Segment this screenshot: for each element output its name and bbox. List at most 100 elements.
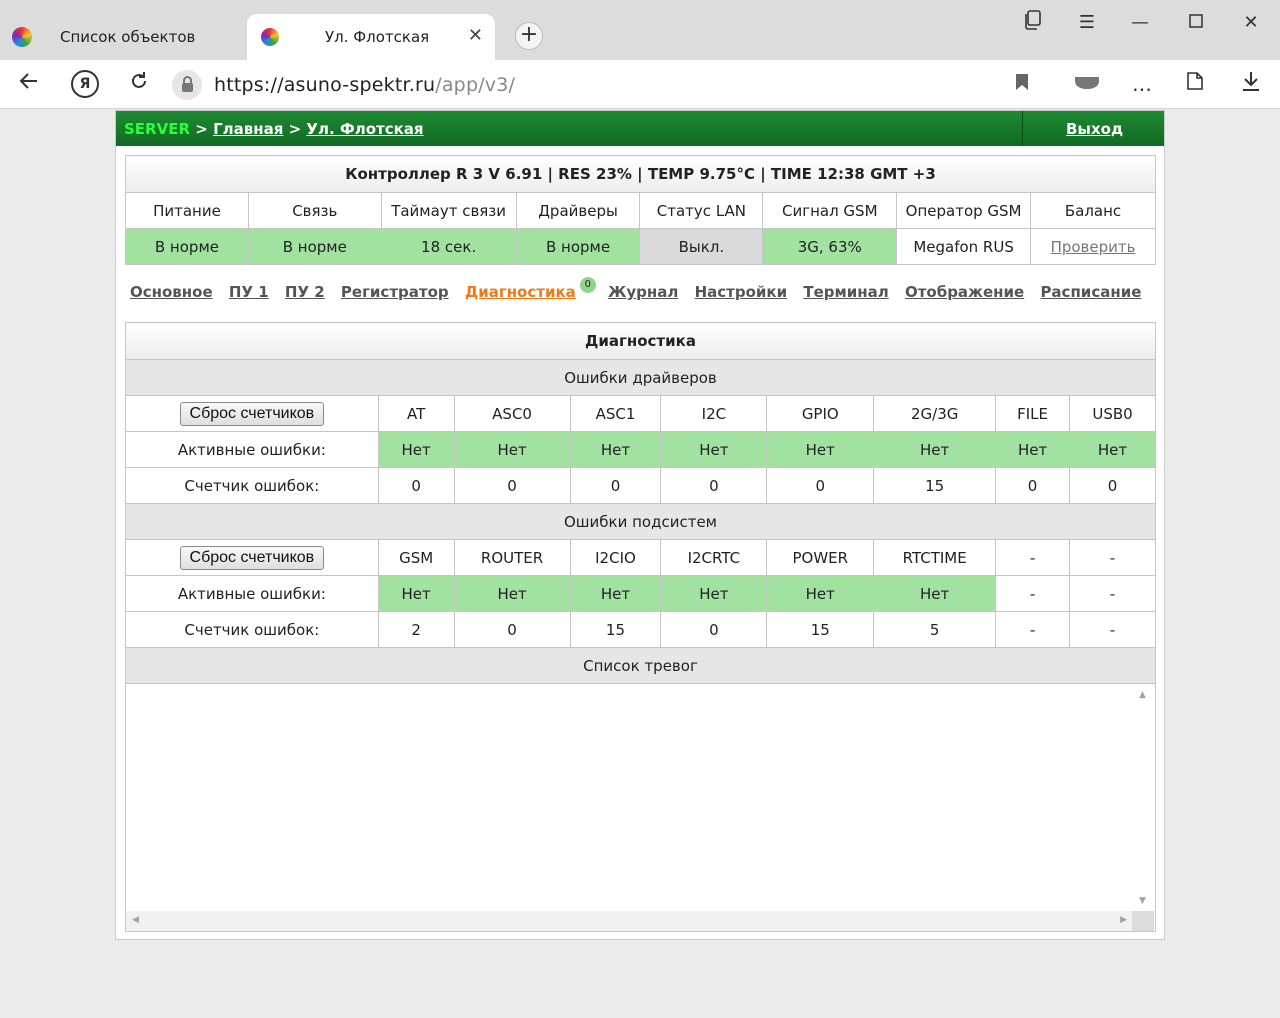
header-divider	[1022, 111, 1023, 146]
driver-counter-cell: 0	[377, 467, 455, 504]
scroll-right-icon[interactable]: ▶	[1120, 915, 1127, 925]
subsystem-counter-cell: 0	[660, 611, 768, 648]
url-host: https://asuno-spektr.ru	[214, 74, 436, 96]
check-balance-link[interactable]: Проверить	[1051, 238, 1136, 256]
driver-active-cell: Нет	[660, 431, 768, 468]
driver-counter-cell: 15	[873, 467, 997, 504]
scroll-left-icon[interactable]: ◀	[132, 915, 139, 925]
page-viewport: SERVER > Главная > Ул. Флотская Выход Ко…	[0, 110, 1280, 1018]
status-col-header: Баланс	[1030, 192, 1156, 229]
close-tab-icon[interactable]: ✕	[468, 26, 483, 46]
section-tabs: Основное ПУ 1 ПУ 2 Регистратор Диагности…	[127, 277, 1157, 311]
subsystem-counter-cell: 0	[453, 611, 571, 648]
yandex-icon[interactable]: Я	[71, 70, 99, 98]
subsystem-active-cell: Нет	[453, 575, 571, 612]
active-errors-label: Активные ошибки:	[125, 431, 379, 468]
driver-counter-cell: 0	[995, 467, 1071, 504]
tab-diagnostics[interactable]: Диагностика	[462, 283, 576, 301]
tab-display[interactable]: Отображение	[902, 283, 1024, 301]
reset-cell: Сброс счетчиков	[125, 539, 379, 576]
lock-icon[interactable]	[172, 70, 202, 100]
minimize-icon[interactable]: —	[1125, 10, 1155, 36]
header-bar: SERVER > Главная > Ул. Флотская Выход	[116, 111, 1164, 146]
tab-main[interactable]: Основное	[127, 283, 213, 301]
tab-settings[interactable]: Настройки	[692, 283, 788, 301]
diagnostics-title: Диагностика	[125, 322, 1156, 360]
diagnostics-table: Диагностика Ошибки драйверов Сброс счетч…	[125, 322, 1156, 684]
logout-link[interactable]: Выход	[1066, 120, 1123, 138]
favicon-icon	[12, 27, 32, 47]
scroll-down-icon[interactable]: ▼	[1139, 896, 1146, 906]
subsystem-col-header: GSM	[377, 539, 455, 576]
download-icon[interactable]	[1237, 70, 1265, 98]
link-timeout-value: 18 сек.	[380, 228, 517, 265]
reset-cell: Сброс счетчиков	[125, 395, 379, 432]
scrollbar-corner	[1132, 911, 1154, 931]
extension-icon[interactable]	[1073, 70, 1101, 98]
driver-active-cell: Нет	[453, 431, 571, 468]
gsm-signal-value: 3G, 63%	[762, 228, 898, 265]
subsystem-errors-title: Ошибки подсистем	[125, 503, 1156, 540]
notes-icon[interactable]	[1182, 70, 1210, 98]
subsystem-active-cell: Нет	[873, 575, 997, 612]
driver-active-cell: Нет	[1069, 431, 1156, 468]
tab-journal[interactable]: Журнал	[605, 283, 678, 301]
status-col-header: Статус LAN	[639, 192, 764, 229]
subsystem-counter-cell: 15	[766, 611, 875, 648]
horizontal-scrollbar[interactable]: ◀ ▶	[126, 911, 1133, 931]
subsystem-active-cell: Нет	[569, 575, 662, 612]
driver-errors-title: Ошибки драйверов	[125, 359, 1156, 396]
subsystem-counter-cell: 2	[377, 611, 455, 648]
alarms-title: Список тревог	[125, 647, 1156, 684]
close-window-icon[interactable]: ✕	[1236, 10, 1266, 36]
browser-tab-flotskaya[interactable]: Ул. Флотская ✕	[247, 14, 495, 60]
driver-col-header: USB0	[1069, 395, 1156, 432]
subsystem-col-header: I2CRTC	[660, 539, 768, 576]
subsystem-col-header: POWER	[766, 539, 875, 576]
status-col-header: Драйверы	[515, 192, 641, 229]
reset-subsystem-counters-button[interactable]: Сброс счетчиков	[179, 545, 325, 570]
driver-active-cell: Нет	[377, 431, 455, 468]
subsystem-active-cell: -	[995, 575, 1071, 612]
balance-cell: Проверить	[1030, 228, 1156, 265]
new-tab-button[interactable]: +	[515, 22, 543, 50]
drivers-status: В норме	[515, 228, 641, 265]
driver-col-header: GPIO	[766, 395, 875, 432]
vertical-scrollbar[interactable]: ▲ ▼	[1134, 684, 1154, 912]
tab-schedule[interactable]: Расписание	[1037, 283, 1141, 301]
subsystem-counter-cell: -	[995, 611, 1071, 648]
breadcrumb-separator: >	[195, 120, 208, 138]
tab-terminal[interactable]: Терминал	[800, 283, 888, 301]
driver-counter-cell: 0	[766, 467, 875, 504]
reset-driver-counters-button[interactable]: Сброс счетчиков	[179, 401, 325, 426]
breadcrumb-current-link[interactable]: Ул. Флотская	[306, 120, 423, 138]
back-icon[interactable]	[15, 70, 43, 98]
driver-active-cell: Нет	[995, 431, 1071, 468]
menu-icon[interactable]: ☰	[1072, 10, 1102, 36]
status-col-header: Оператор GSM	[896, 192, 1032, 229]
subsystem-counter-cell: 5	[873, 611, 997, 648]
error-counter-label: Счетчик ошибок:	[125, 467, 379, 504]
app-panel: SERVER > Главная > Ул. Флотская Выход Ко…	[115, 110, 1165, 940]
driver-counter-cell: 0	[569, 467, 662, 504]
controller-status-table: Контроллер R 3 V 6.91 | RES 23% | TEMP 9…	[125, 155, 1156, 265]
tab-recorder[interactable]: Регистратор	[338, 283, 449, 301]
tab-pu1[interactable]: ПУ 1	[226, 283, 269, 301]
address-bar[interactable]: https://asuno-spektr.ru/app/v3/	[172, 68, 972, 102]
browser-tabstrip: Список объектов Ул. Флотская ✕ + ☰ — ✕	[0, 0, 1280, 60]
alarms-list[interactable]: ▲ ▼ ◀ ▶	[125, 684, 1156, 932]
reload-icon[interactable]	[125, 70, 153, 98]
tab-pu2[interactable]: ПУ 2	[282, 283, 325, 301]
subsystem-counter-cell: -	[1069, 611, 1156, 648]
maximize-icon[interactable]	[1181, 10, 1211, 36]
browser-tab-objects[interactable]: Список объектов	[0, 14, 246, 60]
breadcrumb-home-link[interactable]: Главная	[213, 120, 283, 138]
driver-col-header: AT	[377, 395, 455, 432]
driver-counter-cell: 0	[453, 467, 571, 504]
controller-title: Контроллер R 3 V 6.91 | RES 23% | TEMP 9…	[125, 155, 1156, 193]
bookmark-icon[interactable]	[1008, 70, 1036, 98]
driver-active-cell: Нет	[569, 431, 662, 468]
collections-icon[interactable]	[1018, 10, 1048, 36]
more-icon[interactable]: …	[1128, 70, 1156, 98]
scroll-up-icon[interactable]: ▲	[1139, 690, 1146, 700]
